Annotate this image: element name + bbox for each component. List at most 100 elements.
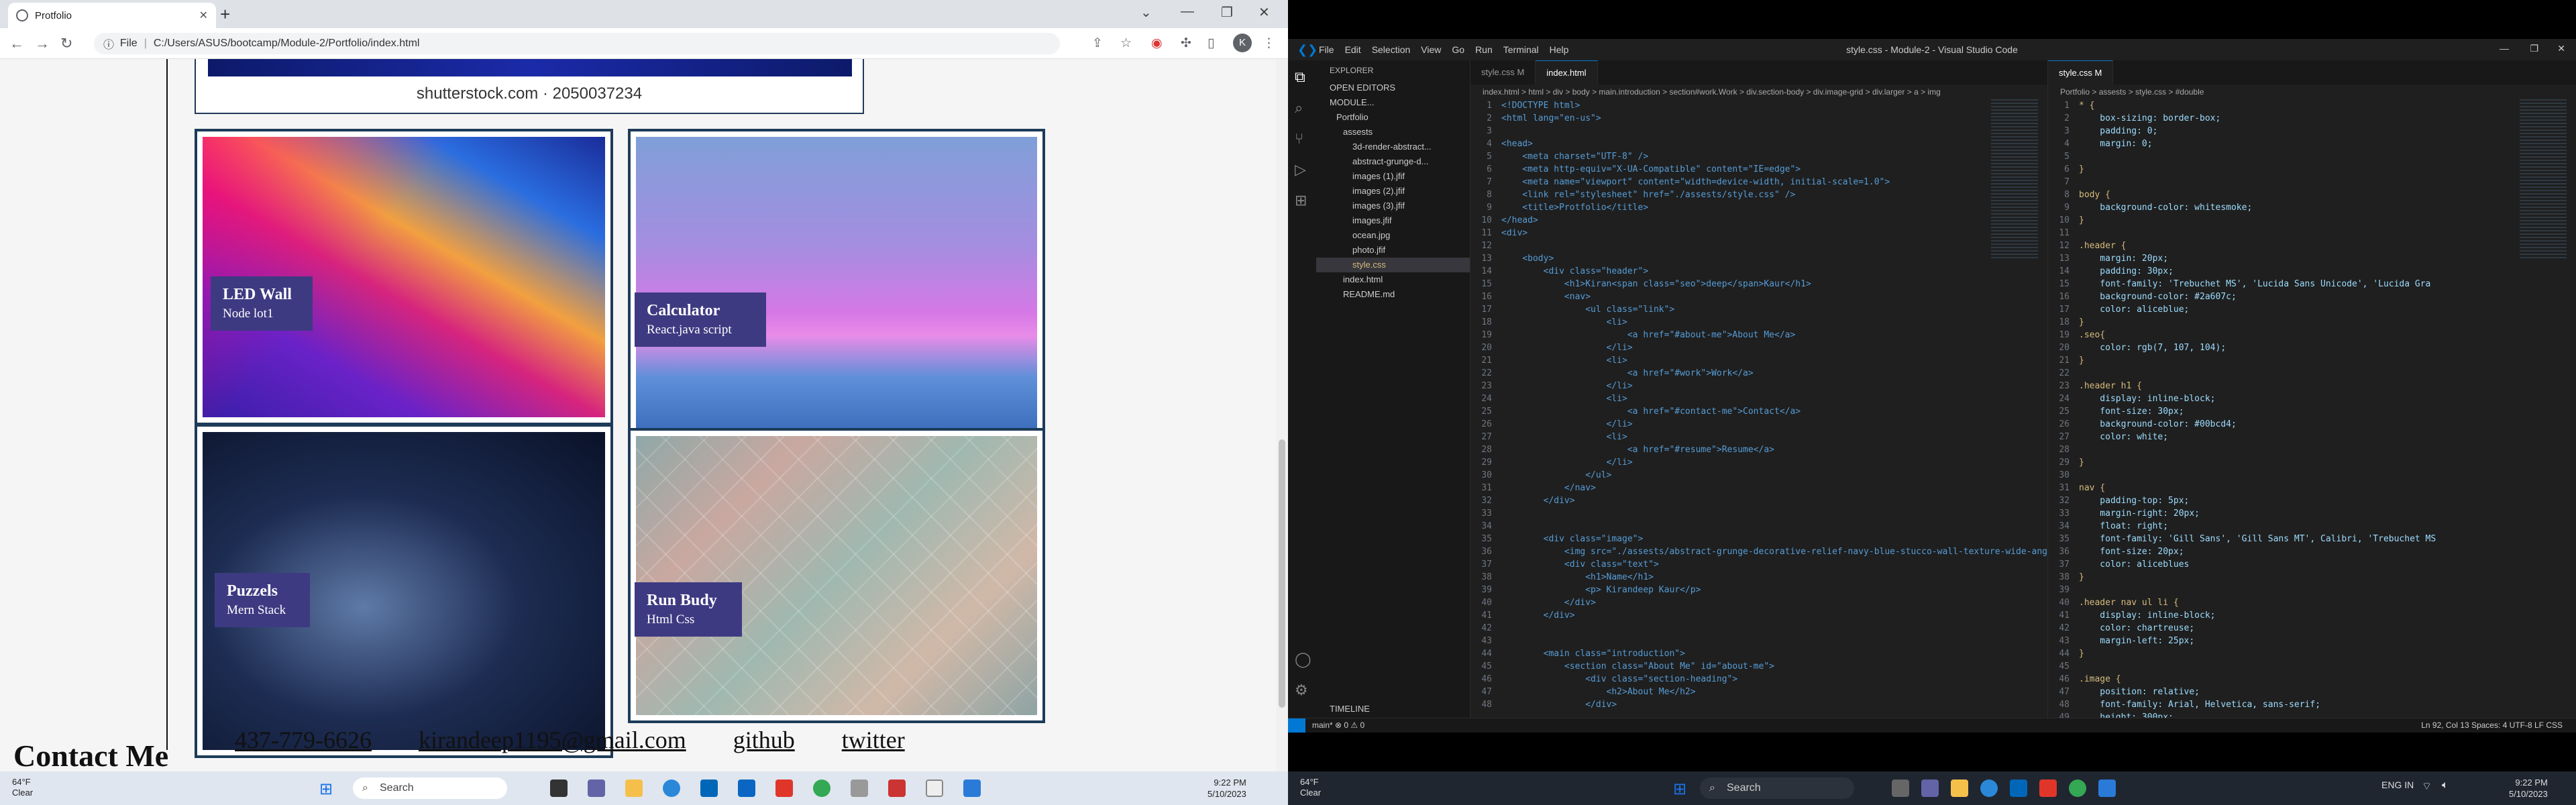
run-debug-icon[interactable]: ▷ bbox=[1295, 161, 1306, 178]
code-line[interactable]: 35 <div class="image"> bbox=[1470, 533, 2047, 545]
code-line[interactable]: 1 <!DOCTYPE html> bbox=[1470, 99, 2047, 112]
tree-item[interactable]: images.jfif bbox=[1316, 213, 1470, 228]
volume-icon[interactable]: 🔈︎ bbox=[2442, 780, 2449, 792]
code-line[interactable]: 39 bbox=[2048, 584, 2576, 596]
code-line[interactable]: 39 <p> Kirandeep Kaur</p> bbox=[1470, 584, 2047, 596]
tree-item-selected[interactable]: style.css bbox=[1316, 258, 1470, 272]
windows-start-icon[interactable]: ⊞ bbox=[319, 780, 333, 799]
minimap[interactable] bbox=[1991, 99, 2038, 260]
code-line[interactable]: 28 bbox=[2048, 443, 2576, 456]
code-line[interactable]: 36 font-size: 20px; bbox=[2048, 545, 2576, 558]
vscode-icon[interactable] bbox=[963, 780, 981, 797]
code-line[interactable]: 47 position: relative; bbox=[2048, 686, 2576, 698]
code-line[interactable]: 31 nav { bbox=[2048, 482, 2576, 494]
tree-item[interactable]: images (3).jfif bbox=[1316, 199, 1470, 213]
code-line[interactable]: 19 <a href="#about-me">About Me</a> bbox=[1470, 329, 2047, 341]
minimize-icon[interactable]: — bbox=[1181, 4, 1194, 19]
breadcrumb[interactable]: index.html > html > div > body > main.in… bbox=[1470, 85, 2047, 99]
code-line[interactable]: 12 .header { bbox=[2048, 239, 2576, 252]
code-line[interactable]: 37 color: aliceblues bbox=[2048, 558, 2576, 571]
code-line[interactable]: 40 .header nav ul li { bbox=[2048, 596, 2576, 609]
code-line[interactable]: 31 </nav> bbox=[1470, 482, 2047, 494]
code-line[interactable]: 3 bbox=[1470, 125, 2047, 138]
code-line[interactable]: 2 <html lang="en-us"> bbox=[1470, 112, 2047, 125]
code-line[interactable]: 15 font-family: 'Trebuchet MS', 'Lucida … bbox=[2048, 278, 2576, 290]
code-line[interactable]: 38} bbox=[2048, 571, 2576, 584]
github-link[interactable]: github bbox=[733, 726, 795, 754]
code-line[interactable]: 46 .image { bbox=[2048, 673, 2576, 686]
scrollbar-thumb[interactable] bbox=[1279, 439, 1285, 708]
new-tab-button[interactable]: + bbox=[220, 4, 230, 25]
project-card-calculator[interactable]: Calculator React.java script bbox=[628, 129, 1045, 466]
maximize-icon[interactable]: ❐ bbox=[2530, 43, 2538, 54]
code-line[interactable]: 18 <li> bbox=[1470, 316, 2047, 329]
code-line[interactable]: 21} bbox=[2048, 354, 2576, 367]
email-link[interactable]: kirandeep1195@gmail.com bbox=[419, 726, 686, 754]
code-line[interactable]: 34 bbox=[1470, 520, 2047, 533]
css-code-view[interactable]: 1 * {2 box-sizing: border-box; 3 padding: … bbox=[2048, 99, 2576, 718]
top-image[interactable]: shutterstock.com · 2050037234 bbox=[195, 59, 864, 114]
code-line[interactable]: 44 <main class="introduction"> bbox=[1470, 647, 2047, 660]
code-line[interactable]: 25 <a href="#contact-me">Contact</a> bbox=[1470, 405, 2047, 418]
breadcrumb[interactable]: Portfolio > assests > style.css > #doubl… bbox=[2048, 85, 2576, 99]
code-line[interactable]: 35 font-family: 'Gill Sans', 'Gill Sans … bbox=[2048, 533, 2576, 545]
code-line[interactable]: 42 bbox=[1470, 622, 2047, 635]
account-icon[interactable]: ◯ bbox=[1295, 651, 1311, 668]
code-line[interactable]: 12 bbox=[1470, 239, 2047, 252]
taskbar-clock[interactable]: 9:22 PM 5/10/2023 bbox=[1208, 777, 1246, 800]
store-icon[interactable] bbox=[700, 780, 718, 797]
code-line[interactable]: 42 color: chartreuse; bbox=[2048, 622, 2576, 635]
code-line[interactable]: 13 <body> bbox=[1470, 252, 2047, 265]
store-icon[interactable] bbox=[2010, 780, 2027, 797]
code-line[interactable]: 36 <img src="./assests/abstract-grunge-d… bbox=[1470, 545, 2047, 558]
close-window-icon[interactable]: ✕ bbox=[2557, 43, 2565, 54]
edge-icon[interactable] bbox=[663, 780, 680, 797]
project-card-led-wall[interactable]: LED Wall Node lot1 bbox=[195, 129, 613, 425]
tree-item[interactable]: photo.jfif bbox=[1316, 243, 1470, 258]
code-line[interactable]: 13 margin: 20px; bbox=[2048, 252, 2576, 265]
code-line[interactable]: 16 background-color: #2a607c; bbox=[2048, 290, 2576, 303]
html-code-view[interactable]: 1 <!DOCTYPE html> 2 <html lang="en-us"> 3 4 <h… bbox=[1470, 99, 2047, 718]
mail-icon[interactable] bbox=[851, 780, 868, 797]
workspace-section[interactable]: MODULE... bbox=[1316, 95, 1470, 110]
code-line[interactable]: 14 <div class="header"> bbox=[1470, 265, 2047, 278]
code-line[interactable]: 17 color: aliceblue; bbox=[2048, 303, 2576, 316]
taskbar-search[interactable]: ⌕ Search bbox=[353, 777, 507, 799]
code-line[interactable]: 9 background-color: whitesmoke; bbox=[2048, 201, 2576, 214]
code-line[interactable]: 43 margin-left: 25px; bbox=[2048, 635, 2576, 647]
code-line[interactable]: 40 </div> bbox=[1470, 596, 2047, 609]
status-right[interactable]: Ln 92, Col 13 Spaces: 4 UTF-8 LF CSS bbox=[2421, 720, 2563, 730]
code-line[interactable]: 27 color: white; bbox=[2048, 431, 2576, 443]
code-line[interactable]: 19 .seo{ bbox=[2048, 329, 2576, 341]
tab-style-css[interactable]: style.css M bbox=[1470, 60, 1536, 85]
code-line[interactable]: 16 <nav> bbox=[1470, 290, 2047, 303]
code-line[interactable]: 48 font-family: Arial, Helvetica, sans-s… bbox=[2048, 698, 2576, 711]
code-line[interactable]: 17 <ul class="link"> bbox=[1470, 303, 2047, 316]
code-line[interactable]: 23 </li> bbox=[1470, 380, 2047, 392]
code-line[interactable]: 6} bbox=[2048, 163, 2576, 176]
weather-widget[interactable]: 64°F Clear bbox=[1300, 777, 1321, 798]
code-line[interactable]: 22 <a href="#work">Work</a> bbox=[1470, 367, 2047, 380]
code-line[interactable]: 20 color: rgb(7, 107, 104); bbox=[2048, 341, 2576, 354]
explorer-icon[interactable]: ⧉ bbox=[1295, 68, 1305, 86]
share-icon[interactable]: ⇪ bbox=[1092, 36, 1103, 51]
twitter-link[interactable]: twitter bbox=[842, 726, 905, 754]
file-explorer-icon[interactable] bbox=[1951, 780, 1968, 797]
code-line[interactable]: 4 <head> bbox=[1470, 138, 2047, 150]
language-indicator[interactable]: ENG IN bbox=[2381, 780, 2414, 790]
code-line[interactable]: 38 <h1>Name</h1> bbox=[1470, 571, 2047, 584]
code-line[interactable]: 21 <li> bbox=[1470, 354, 2047, 367]
code-line[interactable]: 33 margin-right: 20px; bbox=[2048, 507, 2576, 520]
code-line[interactable]: 26 background-color: #00bcd4; bbox=[2048, 418, 2576, 431]
mcafee-icon[interactable] bbox=[2039, 780, 2057, 797]
tree-item[interactable]: assests bbox=[1316, 125, 1470, 140]
code-line[interactable]: 14 padding: 30px; bbox=[2048, 265, 2576, 278]
code-line[interactable]: 48 </div> bbox=[1470, 698, 2047, 711]
code-line[interactable]: 7 <meta name="viewport" content="width=d… bbox=[1470, 176, 2047, 189]
code-line[interactable]: 30 </ul> bbox=[1470, 469, 2047, 482]
close-window-icon[interactable]: ✕ bbox=[1258, 4, 1270, 21]
extension-red-icon[interactable]: ◉ bbox=[1151, 36, 1163, 51]
code-line[interactable]: 43 bbox=[1470, 635, 2047, 647]
code-line[interactable]: 46 <div class="section-heading"> bbox=[1470, 673, 2047, 686]
extensions-icon[interactable]: ⊞ bbox=[1295, 192, 1307, 209]
